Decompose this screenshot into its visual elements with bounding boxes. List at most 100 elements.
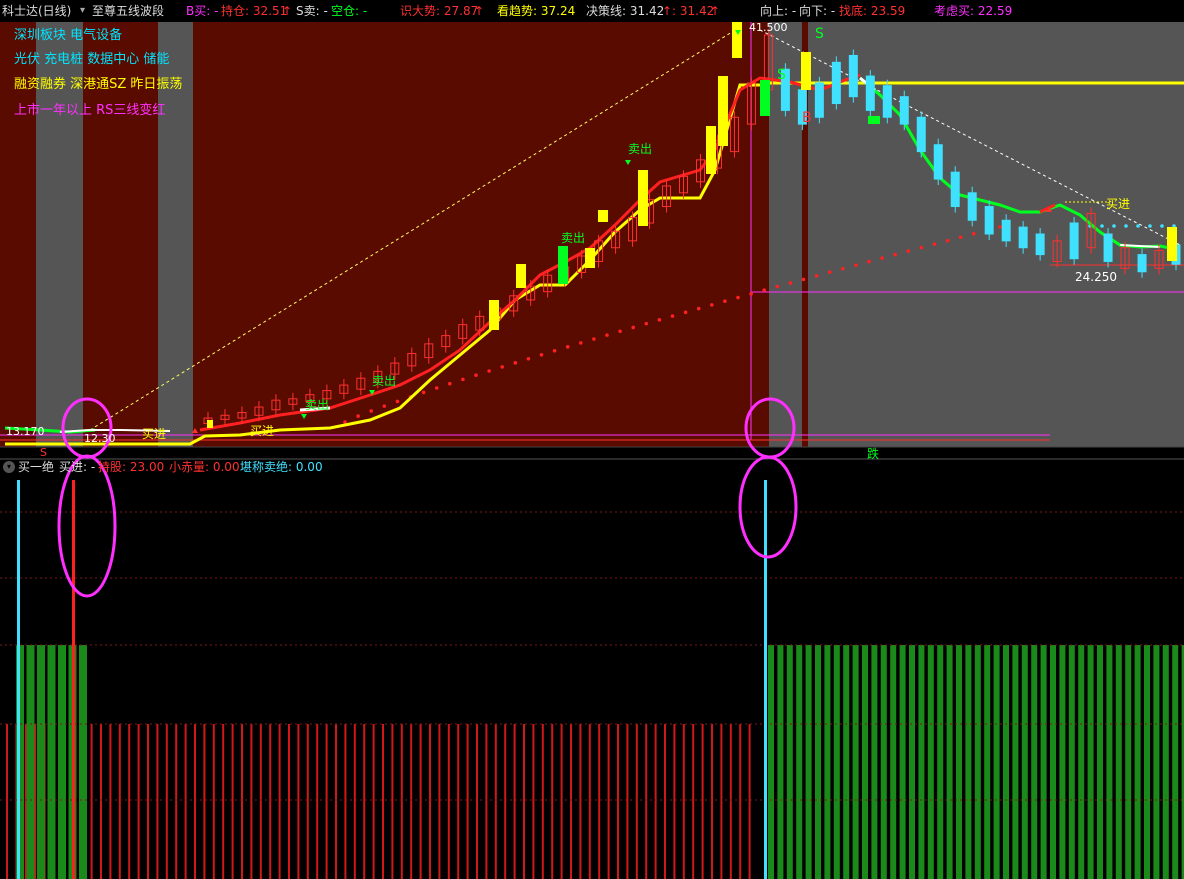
- buy-label-2: 买进: [250, 424, 275, 438]
- red-bar: [250, 724, 253, 879]
- red-bar: [241, 724, 243, 879]
- green-bar: [1162, 645, 1169, 879]
- red-dot: [434, 386, 439, 390]
- red-bar: [410, 724, 413, 879]
- s-sell-value: S卖: -: [296, 4, 328, 18]
- sell-label-1: 卖出: [305, 398, 330, 412]
- red-bar: [372, 724, 375, 879]
- big-trend-value: 识大势: 27.87: [400, 4, 479, 18]
- red-dot: [356, 414, 360, 418]
- candle: [950, 166, 960, 213]
- green-bar: [852, 645, 859, 879]
- red-bar: [645, 724, 648, 879]
- green-bar: [777, 645, 784, 879]
- candle: [1069, 217, 1079, 265]
- red-bar: [457, 724, 460, 879]
- green-bar: [993, 645, 1000, 879]
- green-bar: [1078, 645, 1085, 879]
- green-bar: [1153, 645, 1160, 879]
- indicator-name[interactable]: 至尊五线波段: [92, 0, 164, 22]
- red-dot: [605, 333, 609, 337]
- chart-area[interactable]: [0, 0, 1184, 879]
- fall-label: 跌: [867, 447, 880, 461]
- sell-label-2: 卖出: [372, 374, 397, 388]
- candle: [814, 76, 824, 124]
- red-dot: [565, 345, 570, 349]
- red-bar: [269, 724, 272, 879]
- green-bar: [26, 645, 35, 879]
- stock-name[interactable]: 科士达(日线): [2, 0, 71, 22]
- red-dot: [762, 288, 766, 293]
- red-dot: [841, 266, 845, 271]
- red-bar: [306, 724, 309, 879]
- red-dot: [710, 303, 714, 307]
- red-bar: [541, 724, 544, 879]
- red-dot: [736, 295, 740, 300]
- red-bar: [560, 724, 563, 879]
- red-dot: [723, 299, 727, 303]
- buy-in-value: 买进: -: [59, 460, 96, 474]
- red-dot: [579, 341, 583, 345]
- green-bar: [1003, 645, 1009, 879]
- position-value: 持仓: 32.51: [221, 4, 288, 18]
- red-dot: [749, 292, 753, 296]
- red-dot: [500, 365, 505, 369]
- high-price-label: 41.500: [749, 21, 788, 34]
- candle: [865, 70, 875, 117]
- signal-block: [598, 210, 608, 222]
- red-bar: [156, 724, 159, 879]
- red-bar: [184, 724, 187, 879]
- sell-label-4: 卖出: [628, 142, 653, 156]
- indicator-title[interactable]: 买一绝: [18, 459, 54, 475]
- red-dot: [827, 270, 832, 275]
- red-bar: [391, 724, 394, 879]
- green-bar: [47, 645, 56, 879]
- green-bar: [1106, 645, 1113, 879]
- red-bar: [382, 724, 384, 879]
- green-bar: [899, 645, 906, 879]
- green-bar: [927, 645, 934, 879]
- green-bar: [862, 645, 868, 879]
- signal-block: [1167, 227, 1177, 261]
- red-bar: [419, 724, 422, 879]
- red-bar: [335, 724, 337, 879]
- red-dot: [631, 325, 635, 330]
- red-bar: [579, 724, 582, 879]
- red-bar: [438, 724, 441, 879]
- red-bar: [701, 724, 704, 879]
- cyan-spike-right: [764, 480, 767, 879]
- red-bar: [664, 724, 666, 879]
- red-dot: [382, 404, 387, 408]
- signal-block: [489, 300, 499, 330]
- red-bar: [353, 724, 356, 879]
- green-bar: [984, 645, 991, 879]
- red-bar: [316, 724, 319, 879]
- cyan-spike-left: [17, 480, 20, 879]
- green-bar: [871, 645, 878, 879]
- red-bar: [344, 724, 347, 879]
- green-bar: [1021, 645, 1028, 879]
- red-dot: [487, 369, 491, 373]
- red-bar: [165, 724, 168, 879]
- red-bar: [598, 724, 601, 879]
- red-dot: [448, 381, 452, 386]
- green-bar: [1144, 645, 1150, 879]
- low-price-label-right: 24.250: [1075, 270, 1117, 284]
- red-bar: [476, 724, 478, 879]
- signal-block: [516, 264, 526, 288]
- red-bar: [494, 724, 497, 879]
- red-dot: [958, 235, 963, 240]
- red-bar: [128, 724, 131, 879]
- consider-buy-value: 考虑买: 22.59: [934, 4, 1013, 18]
- b-buy-value: B买: -: [186, 4, 219, 18]
- red-dot: [945, 238, 950, 243]
- red-dot: [592, 337, 596, 341]
- red-dot: [395, 399, 400, 404]
- red-dot: [919, 245, 924, 250]
- collapse-icon[interactable]: ▾: [3, 461, 15, 473]
- green-bar: [1040, 645, 1047, 879]
- cyan-dot: [1136, 224, 1140, 228]
- candle: [899, 90, 909, 131]
- red-bar: [532, 724, 535, 879]
- s-signal-bottom: S: [40, 446, 47, 459]
